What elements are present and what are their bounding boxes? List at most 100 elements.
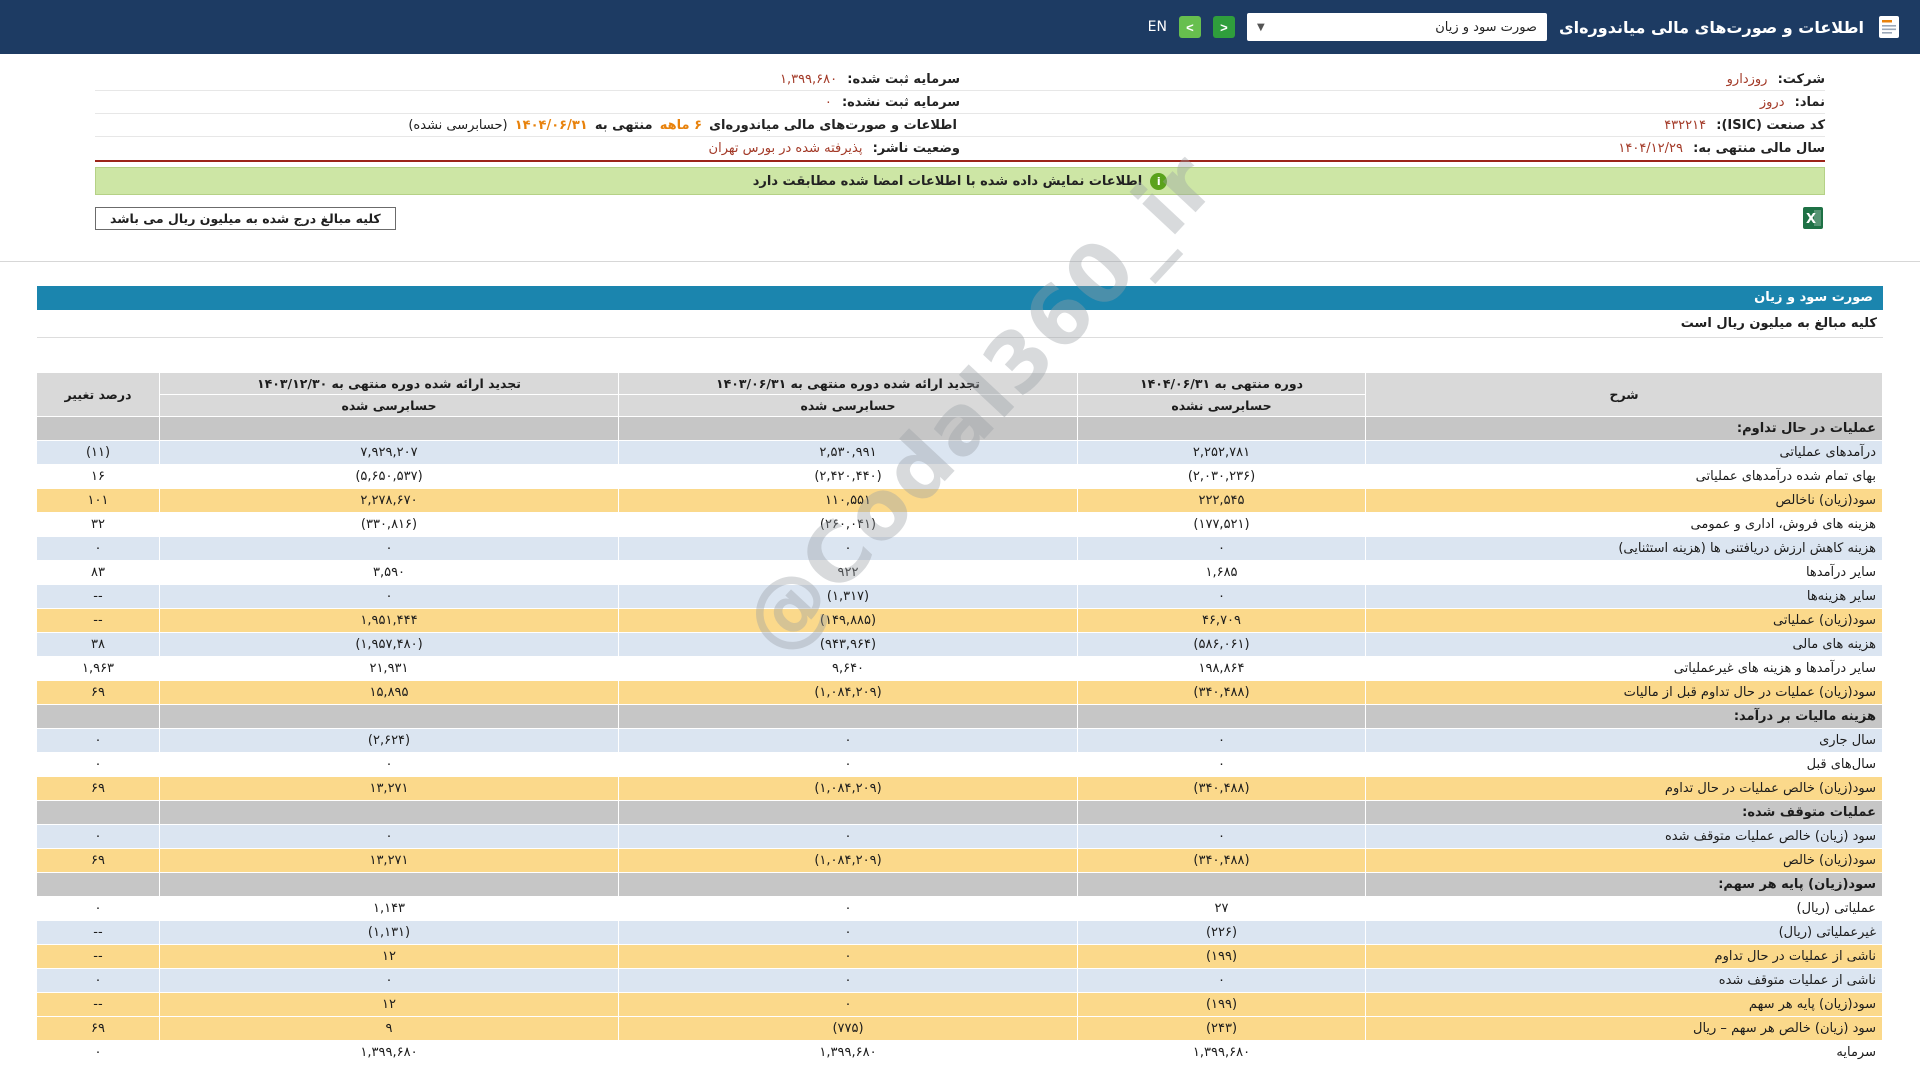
value-cell: ۷,۹۲۹,۲۰۷ (159, 440, 619, 465)
row-label: سود(زیان) خالص (1365, 848, 1883, 873)
prev-statement-button[interactable]: < (1178, 16, 1201, 38)
change-value: ۳۸ (36, 632, 160, 657)
empty-cell (1077, 416, 1366, 441)
value-cell: (۱۴۹,۸۸۵) (618, 608, 1078, 633)
report-middle: منتهی به (594, 117, 653, 133)
value-cell: (۵,۶۵۰,۵۳۷) (159, 464, 619, 489)
report-prefix: اطلاعات و صورت‌های مالی میاندوره‌ای (709, 117, 957, 133)
value-cell: (۱,۰۸۴,۲۰۹) (618, 848, 1078, 873)
company-info-row: کد صنعت (ISIC): ۴۳۲۲۱۴ اطلاعات و صورت‌ها… (95, 114, 1825, 137)
value-cell: ۰ (618, 824, 1078, 849)
value-cell: ۰ (618, 752, 1078, 777)
value-cell: (۱۷۷,۵۲۱) (1077, 512, 1366, 537)
report-period-line: اطلاعات و صورت‌های مالی میاندوره‌ای ۶ ما… (95, 118, 960, 133)
row-label: سود (زیان) خالص عملیات متوقف شده (1365, 824, 1883, 849)
header-audit-status: حسابرسی شده (618, 394, 1078, 417)
row-label: سال‌های قبل (1365, 752, 1883, 777)
empty-cell (1077, 872, 1366, 897)
row-label: هزینه های فروش، اداری و عمومی (1365, 512, 1883, 537)
value-cell: ۱۳,۲۷۱ (159, 776, 619, 801)
value-cell: ۰ (1077, 728, 1366, 753)
section-label: عملیات در حال تداوم: (1365, 416, 1883, 441)
section-label: سود(زیان) پایه هر سهم: (1365, 872, 1883, 897)
value-cell: (۷۷۵) (618, 1016, 1078, 1041)
empty-cell (618, 704, 1078, 729)
row-label: سود(زیان) خالص عملیات در حال تداوم (1365, 776, 1883, 801)
header-restated-annual: تجدید ارائه شده دوره منتهی به ۱۴۰۳/۱۲/۳۰ (159, 372, 619, 395)
fiscal-year-label: سال مالی منتهی به: (1693, 141, 1825, 156)
income-statement-table: شرح دوره منتهی به ۱۴۰۴/۰۶/۳۱ تجدید ارائه… (36, 372, 1883, 1065)
value-cell: ۴۶,۷۰۹ (1077, 608, 1366, 633)
value-cell: (۵۸۶,۰۶۱) (1077, 632, 1366, 657)
change-value: ۶۹ (36, 776, 160, 801)
change-value: -- (36, 992, 160, 1017)
value-cell: ۰ (618, 536, 1078, 561)
next-statement-button[interactable]: > (1212, 16, 1235, 38)
empty-cell (618, 800, 1078, 825)
table-row: ناشی از عملیات متوقف شده ۰ ۰ ۰ ۰ (36, 968, 1883, 993)
change-value: ۱۰۱ (36, 488, 160, 513)
value-cell: ۲,۲۵۲,۷۸۱ (1077, 440, 1366, 465)
value-cell: ۰ (618, 728, 1078, 753)
table-row: هزینه های فروش، اداری و عمومی (۱۷۷,۵۲۱) (۲… (36, 512, 1883, 537)
statements-icon (1876, 14, 1902, 40)
value-cell: ۰ (1077, 536, 1366, 561)
statement-table-body: عملیات در حال تداوم: درآمدهای عملیاتی ۲,۲۵… (36, 416, 1883, 1065)
company-info-row: سال مالی منتهی به: ۱۴۰۴/۱۲/۲۹ وضعیت ناشر… (95, 137, 1825, 160)
header-audit-status: حسابرسی شده (159, 394, 619, 417)
table-row: سود (زیان) خالص عملیات متوقف شده ۰ ۰ ۰ ۰ (36, 824, 1883, 849)
value-cell: ۰ (1077, 824, 1366, 849)
change-value: ۶۹ (36, 680, 160, 705)
table-row: عملیاتی (ریال) ۲۷ ۰ ۱,۱۴۳ ۰ (36, 896, 1883, 921)
table-row: سود(زیان) عملیات در حال تداوم قبل از مال… (36, 680, 1883, 705)
value-cell: (۹۴۳,۹۶۴) (618, 632, 1078, 657)
empty-cell (36, 416, 160, 441)
statement-select[interactable]: صورت سود و زیان ▼ (1246, 13, 1547, 41)
value-cell: ۲,۵۳۰,۹۹۱ (618, 440, 1078, 465)
empty-cell (36, 872, 160, 897)
value-cell: ۰ (618, 896, 1078, 921)
table-row: سال جاری ۰ ۰ (۲,۶۲۴) ۰ (36, 728, 1883, 753)
table-row: سود(زیان) خالص (۳۴۰,۴۸۸) (۱,۰۸۴,۲۰۹) ۱۳,۲۷۱… (36, 848, 1883, 873)
table-row: سود(زیان) خالص عملیات در حال تداوم (۳۴۰,۴… (36, 776, 1883, 801)
row-label: هزینه های مالی (1365, 632, 1883, 657)
row-label: عملیاتی (ریال) (1365, 896, 1883, 921)
page-title: اطلاعات و صورت‌های مالی میاندوره‌ای (1558, 17, 1864, 37)
section-row: عملیات متوقف شده: (36, 800, 1883, 825)
value-cell: ۰ (159, 584, 619, 609)
company-info: شرکت: روزدارو سرمایه ثبت شده: ۱,۳۹۹,۶۸۰ … (95, 68, 1825, 162)
value-cell: ۲,۲۷۸,۶۷۰ (159, 488, 619, 513)
row-label: هزینه کاهش ارزش دریافتنی ها (هزینه استثن… (1365, 536, 1883, 561)
value-cell: ۹,۶۴۰ (618, 656, 1078, 681)
value-cell: ۲۲۲,۵۴۵ (1077, 488, 1366, 513)
value-cell: (۲,۶۲۴) (159, 728, 619, 753)
issuer-status-value: پذیرفته شده در بورس تهران (708, 141, 863, 156)
value-cell: ۲۷ (1077, 896, 1366, 921)
empty-cell (36, 800, 160, 825)
value-cell: ۰ (618, 968, 1078, 993)
excel-export-icon[interactable]: X (1801, 206, 1825, 230)
issuer-status-label: وضعیت ناشر: (872, 141, 960, 156)
row-label: سایر درآمدها (1365, 560, 1883, 585)
table-row: سود(زیان) پایه هر سهم (۱۹۹) ۰ ۱۲ -- (36, 992, 1883, 1017)
table-row: غیرعملیاتی (ریال) (۲۲۶) ۰ (۱,۱۳۱) -- (36, 920, 1883, 945)
change-value: (۱۱) (36, 440, 160, 465)
value-cell: ۲۱,۹۳۱ (159, 656, 619, 681)
statement-select-value: صورت سود و زیان (1435, 19, 1537, 35)
change-value: ۸۳ (36, 560, 160, 585)
header-percent-change: درصد تغییر (36, 372, 160, 417)
symbol-value: دروز (1759, 94, 1785, 110)
section-row: سود(زیان) پایه هر سهم: (36, 872, 1883, 897)
row-label: سرمایه (1365, 1040, 1883, 1065)
header-description: شرح (1365, 372, 1883, 417)
signature-match-text: اطلاعات نمایش داده شده با اطلاعات امضا ش… (752, 173, 1143, 189)
value-cell: (۲۲۶) (1077, 920, 1366, 945)
registered-capital-label: سرمایه ثبت شده: (847, 71, 960, 87)
value-cell: ۰ (618, 920, 1078, 945)
table-row: هزینه کاهش ارزش دریافتنی ها (هزینه استثن… (36, 536, 1883, 561)
language-toggle[interactable]: EN (1148, 19, 1167, 35)
empty-cell (159, 872, 619, 897)
row-label: سود (زیان) خالص هر سهم – ریال (1365, 1016, 1883, 1041)
units-note-box: کلیه مبالغ درج شده به میلیون ریال می باش… (95, 206, 396, 230)
row-label: سود(زیان) عملیات در حال تداوم قبل از مال… (1365, 680, 1883, 705)
